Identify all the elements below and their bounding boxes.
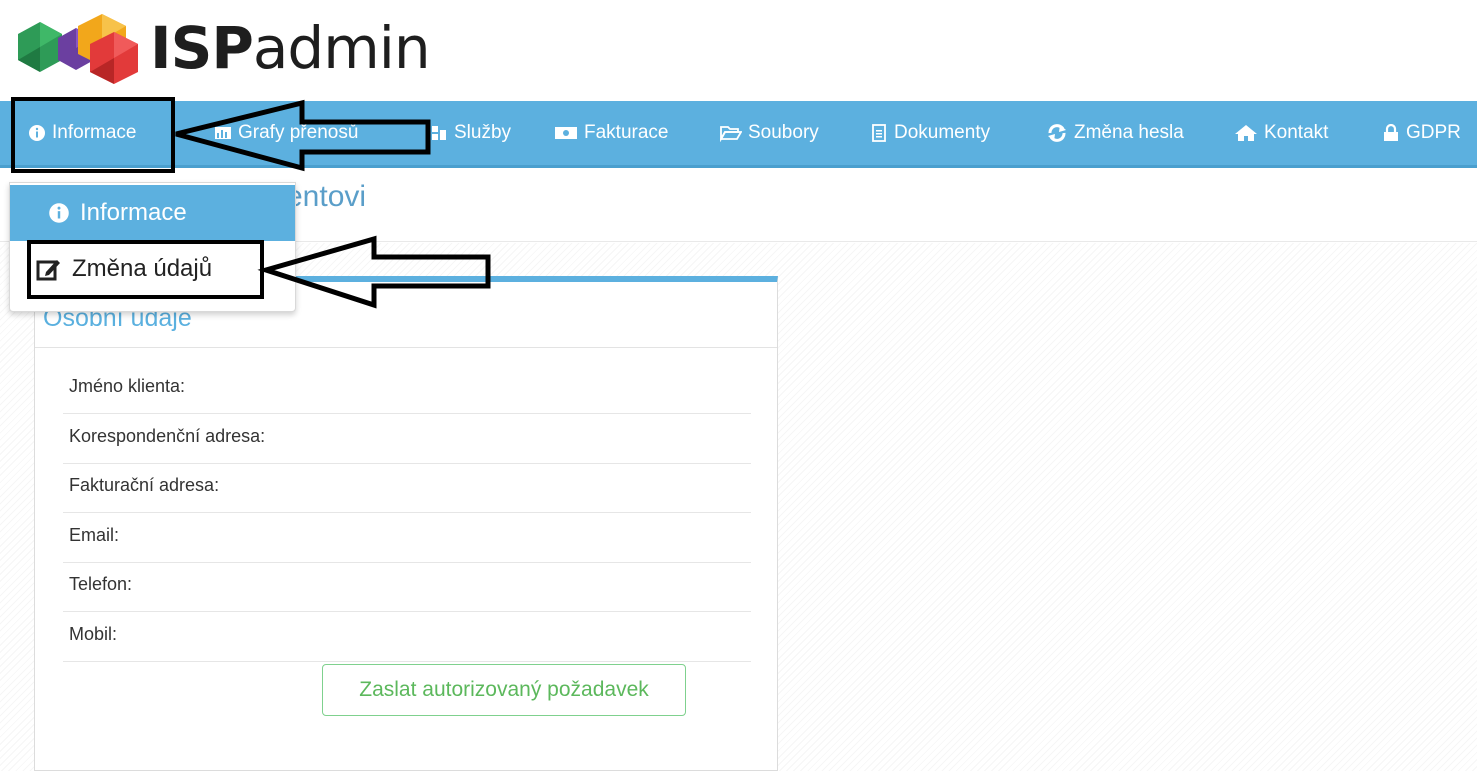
annotation-box-zmena-udaju bbox=[27, 240, 264, 299]
page-title-clip: entovi bbox=[296, 170, 496, 240]
personal-info-panel: Osobní údaje Jméno klienta: Korespondenč… bbox=[34, 276, 778, 771]
dropdown-label: Informace bbox=[80, 199, 187, 226]
nav-item-soubory[interactable]: Soubory bbox=[720, 101, 819, 165]
bar-chart-icon bbox=[215, 127, 231, 139]
logo-brand-light: admin bbox=[252, 14, 431, 82]
nav-item-dokumenty[interactable]: Dokumenty bbox=[870, 101, 990, 165]
logo-brand-bold: ISP bbox=[150, 14, 254, 82]
field-label: Email: bbox=[69, 525, 120, 545]
send-request-button[interactable]: Zaslat autorizovaný požadavek bbox=[322, 664, 686, 716]
field-row-email: Email: bbox=[63, 513, 751, 563]
nav-label: Služby bbox=[454, 122, 512, 143]
refresh-icon bbox=[1048, 124, 1066, 142]
dropdown-item-informace[interactable]: Informace bbox=[10, 185, 295, 241]
nav-label: Soubory bbox=[748, 122, 819, 143]
nav-item-fakturace[interactable]: Fakturace bbox=[554, 101, 668, 165]
logo-icon bbox=[18, 14, 138, 84]
field-row-billing-address: Fakturační adresa: bbox=[63, 463, 751, 513]
field-row-phone: Telefon: bbox=[63, 562, 751, 612]
annotation-box-informace bbox=[11, 97, 175, 173]
sitemap-icon bbox=[432, 126, 446, 140]
field-label: Jméno klienta: bbox=[69, 376, 186, 396]
nav-label: Fakturace bbox=[584, 122, 669, 143]
field-label: Telefon: bbox=[69, 574, 133, 594]
file-text-icon bbox=[872, 124, 886, 142]
nav-label: Změna hesla bbox=[1074, 122, 1184, 143]
nav-item-zmena-hesla[interactable]: Změna hesla bbox=[1046, 101, 1184, 165]
page-title: entovi bbox=[296, 180, 367, 213]
logo-text: ISPadmin bbox=[150, 12, 431, 84]
field-label: Fakturační adresa: bbox=[69, 475, 220, 495]
field-row-mobile: Mobil: bbox=[63, 612, 751, 662]
header: ISPadmin bbox=[0, 0, 1477, 101]
field-label: Korespondenční adresa: bbox=[69, 426, 266, 446]
folder-open-icon bbox=[720, 126, 742, 142]
nav-label: Dokumenty bbox=[894, 122, 991, 143]
nav-item-kontakt[interactable]: Kontakt bbox=[1234, 101, 1328, 165]
info-circle-icon bbox=[49, 203, 69, 223]
nav-item-gdpr[interactable]: GDPR bbox=[1382, 101, 1461, 165]
lock-icon bbox=[1384, 124, 1398, 141]
field-row-correspondence-address: Korespondenční adresa: bbox=[63, 414, 751, 464]
nav-label: Grafy přenosů bbox=[238, 122, 359, 143]
home-icon bbox=[1235, 125, 1257, 141]
field-row-client-name: Jméno klienta: bbox=[63, 364, 751, 414]
nav-label: GDPR bbox=[1406, 122, 1461, 143]
main-nav: Informace Grafy přenosů Služby Fakturace… bbox=[0, 101, 1477, 168]
nav-item-sluzby[interactable]: Služby bbox=[430, 101, 511, 165]
nav-item-grafy[interactable]: Grafy přenosů bbox=[214, 101, 358, 165]
nav-label: Kontakt bbox=[1264, 122, 1329, 143]
field-label: Mobil: bbox=[69, 624, 118, 644]
money-icon bbox=[555, 127, 577, 139]
